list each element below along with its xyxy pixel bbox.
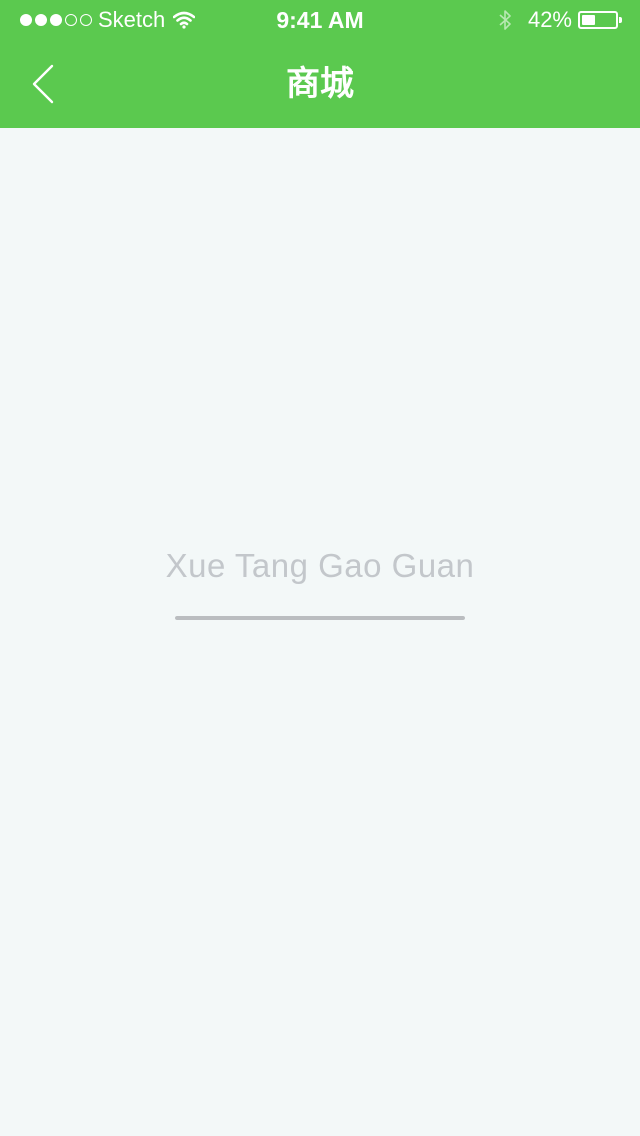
battery-icon [578,11,622,29]
loading-progress-bar [175,616,465,620]
battery-percentage: 42% [527,7,572,32]
page-title: 商城 [286,65,354,103]
bluetooth-icon [499,10,511,30]
status-bar: Sketch 9:41 AM 42% [0,0,640,40]
navigation-bar: 商城 [0,40,640,128]
battery-level-fill [582,15,595,25]
loading-screen: Xue Tang Gao Guan [0,128,640,1136]
loading-progress-fill [175,616,465,620]
brand-loading-text: Xue Tang Gao Guan [165,547,475,584]
battery-tip [619,17,622,23]
status-right: 42% [498,0,622,40]
